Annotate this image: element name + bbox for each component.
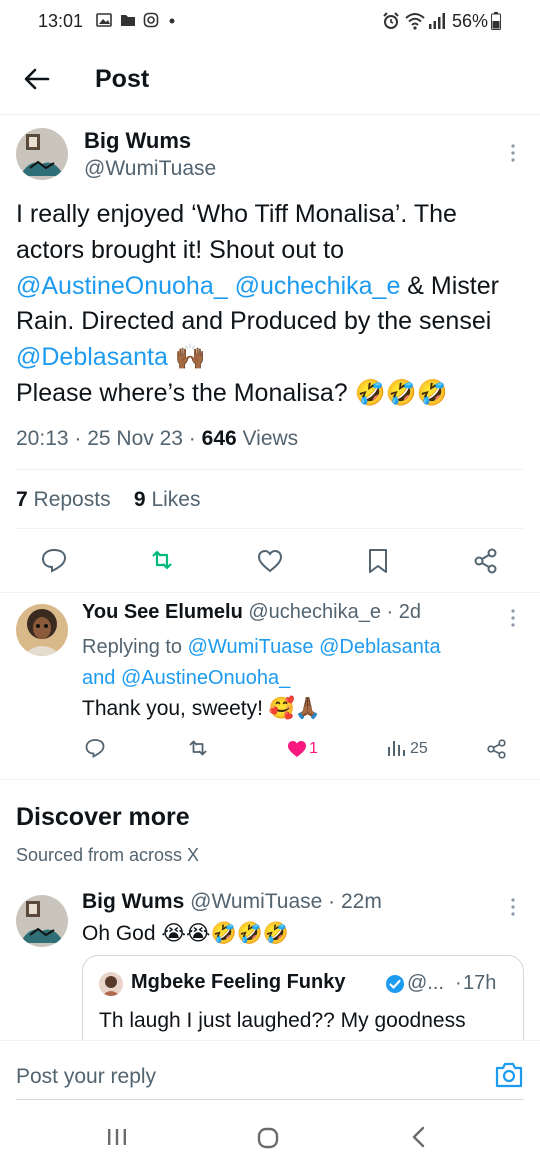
wifi-icon (405, 13, 425, 30)
reply-text: Thank you, sweety! 🥰🙏🏾 (82, 697, 322, 720)
back-arrow-icon[interactable] (22, 64, 52, 94)
avatar[interactable] (16, 895, 68, 947)
author-name[interactable]: Big Wums (84, 128, 191, 154)
divider (16, 1099, 524, 1100)
quote-age: 17h (463, 972, 497, 994)
reply-header: You See Elumelu @uchechika_e · 2d (82, 601, 421, 623)
repost-icon[interactable] (148, 546, 176, 574)
share-icon[interactable] (472, 547, 500, 575)
repost-icon[interactable] (187, 737, 209, 759)
post-time: 20:13 (16, 427, 69, 450)
status-time: 13:01 (38, 11, 84, 31)
post-header: Big Wums @WumiTuase · 22m (82, 890, 382, 913)
section-title: Discover more (16, 803, 190, 831)
battery-percent: 56% (452, 11, 489, 31)
avatar[interactable] (16, 604, 68, 656)
bookmark-icon[interactable] (364, 547, 392, 575)
replying-mention[interactable]: @Deblasanta (319, 636, 440, 658)
more-options-icon[interactable] (510, 897, 516, 917)
reply-icon[interactable] (40, 546, 68, 574)
author-handle[interactable]: @WumiTuase (190, 890, 322, 913)
reply-icon[interactable] (84, 737, 106, 759)
signal-icon (429, 13, 445, 29)
divider (16, 469, 524, 470)
post-text-segment: 🙌🏾 (167, 343, 206, 372)
status-bar: 13:01 56% (0, 0, 540, 44)
post-stats: 7 Reposts 9 Likes (16, 488, 200, 512)
more-options-icon[interactable] (510, 608, 516, 628)
post-age: 22m (341, 890, 382, 913)
reply-composer[interactable]: Post your reply (0, 1040, 540, 1102)
post-text-segment (228, 272, 235, 300)
like-icon[interactable] (286, 738, 308, 760)
like-count: 1 (309, 740, 318, 757)
views-count: 25 (410, 740, 428, 757)
like-icon[interactable] (256, 547, 284, 575)
views-count: 646 (201, 427, 237, 450)
back-nav-icon[interactable] (410, 1125, 428, 1149)
views-icon[interactable] (385, 737, 407, 759)
post-metadata: 20:13 · 25 Nov 23 · 646 Views (16, 427, 299, 450)
reply-author-name[interactable]: You See Elumelu (82, 601, 243, 623)
replying-and: and (82, 667, 116, 689)
quote-author-name: Mgbeke Feeling Funky (131, 971, 346, 993)
verified-badge-icon (386, 975, 404, 993)
mention-link[interactable]: @AustineOnuoha_ (16, 272, 228, 300)
camera-icon[interactable] (494, 1061, 524, 1089)
gallery-icon (96, 13, 112, 27)
divider (0, 592, 540, 593)
more-options-icon[interactable] (510, 143, 516, 163)
folder-icon (121, 15, 135, 26)
replying-to: Replying to @WumiTuase @Deblasanta and @… (82, 632, 522, 694)
top-bar: Post (0, 50, 540, 112)
avatar[interactable] (16, 128, 68, 180)
reposts-stat[interactable]: 7 Reposts (16, 488, 111, 511)
likes-stat[interactable]: 9 Likes (134, 488, 201, 511)
replying-to-label: Replying to (82, 636, 183, 658)
page-title: Post (95, 65, 150, 93)
home-icon[interactable] (256, 1126, 280, 1150)
post-text-segment: Please where’s the Monalisa? 🤣🤣🤣 (16, 378, 449, 407)
share-icon[interactable] (486, 738, 508, 760)
author-name[interactable]: Big Wums (82, 890, 184, 913)
section-subtitle: Sourced from across X (16, 845, 200, 865)
system-nav-bar (0, 1103, 540, 1170)
recent-apps-icon[interactable] (106, 1127, 128, 1147)
post-text: Oh God 😭😭🤣🤣🤣 (82, 922, 289, 945)
reply-author-handle[interactable]: @uchechika_e (248, 601, 381, 623)
reply-input[interactable]: Post your reply (16, 1065, 156, 1089)
separator: · (455, 972, 462, 994)
mention-link[interactable]: @Deblasanta (16, 343, 168, 371)
battery-icon (491, 12, 501, 30)
quote-author-handle: @... (407, 972, 444, 994)
post-date: 25 Nov 23 (87, 427, 183, 450)
author-handle[interactable]: @WumiTuase (84, 157, 216, 181)
divider (16, 528, 524, 529)
divider (0, 779, 540, 780)
reply-age: 2d (398, 601, 421, 623)
replying-mention[interactable]: @WumiTuase (188, 636, 314, 658)
instagram-icon (143, 12, 159, 28)
replying-mention[interactable]: @AustineOnuoha_ (121, 667, 290, 689)
quote-text: Th laugh I just laughed?? My goodness (99, 1009, 466, 1032)
post-text-segment: I really enjoyed ‘Who Tiff Monalisa’. Th… (16, 200, 457, 264)
avatar (99, 972, 123, 996)
views-label: Views (242, 427, 299, 450)
notification-dot-icon (169, 18, 175, 24)
post-text: I really enjoyed ‘Who Tiff Monalisa’. Th… (16, 197, 531, 412)
alarm-icon (383, 12, 399, 29)
divider (0, 114, 540, 115)
mention-link[interactable]: @uchechika_e (235, 272, 401, 300)
